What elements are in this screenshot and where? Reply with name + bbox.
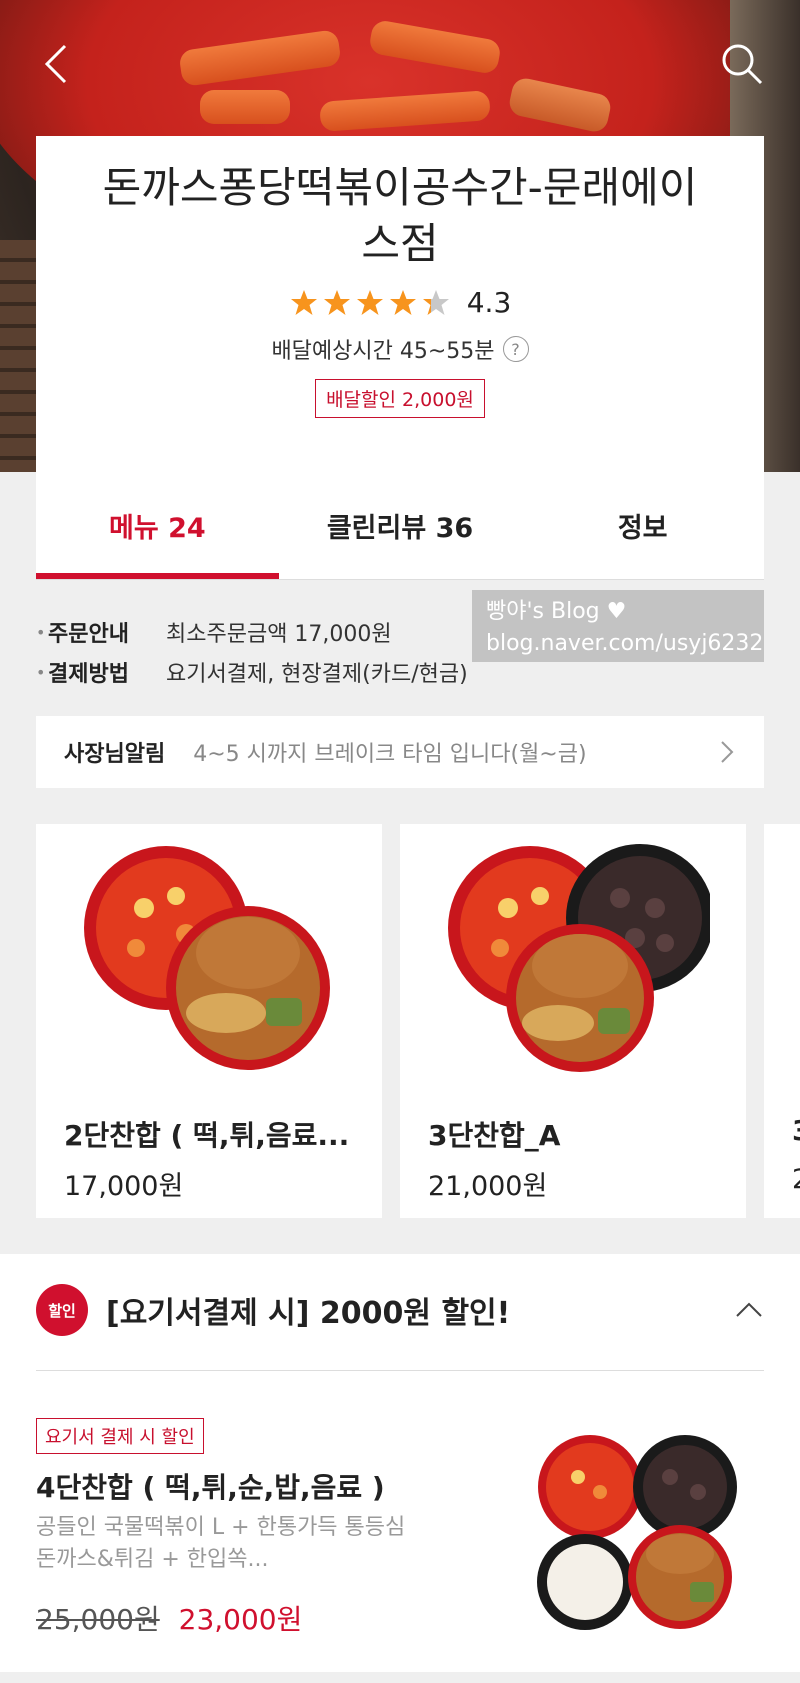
chevron-right-icon <box>721 741 734 763</box>
search-button[interactable] <box>716 38 768 90</box>
delivery-discount-badge: 배달할인 2,000원 <box>315 379 485 418</box>
order-info-value: 최소주문금액 17,000원 <box>166 622 392 647</box>
menu-item-price: 17,000원 <box>64 1171 184 1202</box>
menu-item-image <box>84 846 330 1070</box>
sale-badge: 할인 <box>36 1284 88 1336</box>
tab-bar: 메뉴 24 클린리뷰 36 정보 <box>36 472 764 580</box>
divider <box>36 1370 764 1371</box>
menu-card-carousel: 2단찬합 ( 떡,튀,음료... 17,000원 3단찬합_A 21,000원 … <box>36 824 800 1218</box>
menu-card[interactable]: 2단찬합 ( 떡,튀,음료... 17,000원 <box>36 824 382 1218</box>
discount-section-header[interactable]: 할인 [요기서결제 시] 2000원 할인! <box>36 1280 764 1340</box>
notice-text: 4~5 시까지 브레이크 타임 입니다(월~금) <box>193 742 587 767</box>
star-icon <box>323 289 350 315</box>
promo-item-description: 공들인 국물떡볶이 L + 한통가득 통등심돈까스&튀김 + 한입쏙... <box>36 1515 406 1572</box>
star-icon <box>290 289 317 315</box>
watermark-line-2: blog.naver.com/usyj6232 <box>486 631 764 656</box>
chevron-left-icon <box>44 44 67 84</box>
order-info-label: 주문안내 <box>48 622 129 647</box>
promo-item-image[interactable] <box>530 1432 750 1632</box>
tab-info[interactable]: 정보 <box>521 472 764 579</box>
discount-section: 할인 [요기서결제 시] 2000원 할인! 요기서 결제 시 할인 4단찬합 … <box>0 1254 800 1672</box>
bullet: • <box>36 622 46 642</box>
back-button[interactable] <box>30 38 82 90</box>
menu-item-name: 3 <box>792 1114 800 1147</box>
rating-stars <box>289 288 451 318</box>
menu-item-name: 2단찬합 ( 떡,튀,음료... <box>64 1119 350 1152</box>
chevron-up-icon[interactable] <box>734 1300 764 1320</box>
payment-info-label: 결제방법 <box>48 662 129 687</box>
menu-item-price: 2 <box>792 1164 800 1195</box>
blog-watermark: 빵야's Blog ♥ blog.naver.com/usyj6232 <box>472 590 764 662</box>
star-icon <box>422 289 449 315</box>
menu-card[interactable]: 3 2 <box>764 824 800 1218</box>
rating-value: 4.3 <box>466 286 512 319</box>
tab-reviews[interactable]: 클린리뷰 36 <box>279 472 522 579</box>
store-name: 돈까스퐁당떡볶이공수간-문래에이스점 <box>102 163 698 268</box>
star-icon <box>389 289 416 315</box>
rating-row: 4.3 <box>36 286 764 319</box>
search-icon <box>722 44 763 85</box>
bullet: • <box>36 662 46 682</box>
discounted-price: 23,000원 <box>178 1603 303 1636</box>
discount-section-title: [요기서결제 시] 2000원 할인! <box>106 1296 511 1331</box>
owner-notice[interactable]: 사장님알림 4~5 시까지 브레이크 타임 입니다(월~금) <box>36 716 764 788</box>
menu-item-price: 21,000원 <box>428 1171 548 1202</box>
notice-label: 사장님알림 <box>64 742 166 767</box>
watermark-line-1: 빵야's Blog ♥ <box>486 599 627 624</box>
help-icon[interactable]: ? <box>502 336 529 362</box>
rice-cake-image <box>200 90 290 124</box>
menu-item-image <box>448 844 710 1072</box>
payment-discount-tag: 요기서 결제 시 할인 <box>36 1418 204 1454</box>
payment-info-value: 요기서결제, 현장결제(카드/현금) <box>166 662 468 687</box>
promo-item-name[interactable]: 4단찬합 ( 떡,튀,순,밥,음료 ) <box>36 1466 385 1506</box>
delivery-time: 배달예상시간 45~55분 <box>271 339 495 364</box>
menu-card[interactable]: 3단찬합_A 21,000원 <box>400 824 746 1218</box>
promo-item-prices: 25,000원 23,000원 <box>36 1598 302 1638</box>
menu-item-name: 3단찬합_A <box>428 1119 561 1152</box>
delivery-time-row: 배달예상시간 45~55분 ? <box>36 333 764 365</box>
original-price: 25,000원 <box>36 1603 160 1636</box>
star-icon <box>356 289 383 315</box>
store-info-card: 돈까스퐁당떡볶이공수간-문래에이스점 4.3 배달예상시간 45~55분 ? 배… <box>36 136 764 472</box>
hero-wood-background <box>0 240 40 472</box>
tab-menu[interactable]: 메뉴 24 <box>36 472 279 579</box>
